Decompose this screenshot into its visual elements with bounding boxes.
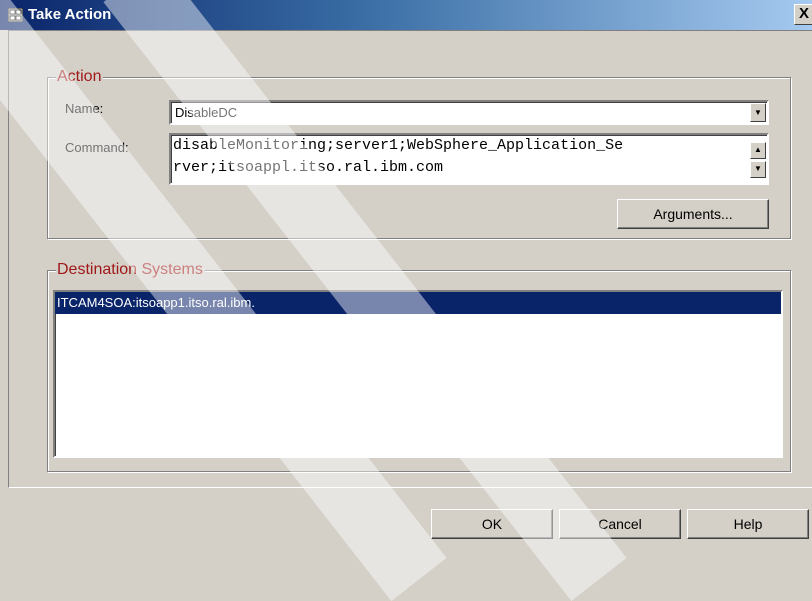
destination-legend: Destination Systems bbox=[56, 261, 205, 279]
arguments-label: Arguments... bbox=[653, 206, 733, 222]
command-line-2: rver;itsoappl.itso.ral.ibm.com bbox=[173, 159, 444, 176]
name-combobox[interactable]: DisableDC ▼ bbox=[169, 100, 769, 125]
scroll-down-icon[interactable]: ▼ bbox=[750, 161, 766, 178]
action-legend: Action bbox=[56, 68, 104, 86]
window-title: Take Action bbox=[28, 6, 112, 23]
title-bar: Take Action X bbox=[0, 0, 812, 30]
cancel-label: Cancel bbox=[598, 516, 642, 532]
destination-list[interactable]: ITCAM4SOA:itsoapp1.itso.ral.ibm. bbox=[53, 290, 783, 458]
arguments-button[interactable]: Arguments... bbox=[617, 199, 769, 229]
ok-label: OK bbox=[481, 516, 503, 532]
command-label: Command: bbox=[65, 140, 129, 155]
name-label: Name: bbox=[65, 101, 104, 116]
list-item[interactable]: ITCAM4SOA:itsoapp1.itso.ral.ibm. bbox=[55, 292, 781, 314]
command-line-1: disableMonitoring;server1;WebSphere_Appl… bbox=[173, 137, 624, 154]
close-icon[interactable]: X bbox=[794, 4, 812, 25]
dropdown-arrow-icon[interactable]: ▼ bbox=[750, 103, 766, 122]
help-button[interactable]: Help bbox=[687, 509, 809, 539]
command-textarea[interactable]: disableMonitoring;server1;WebSphere_Appl… bbox=[169, 133, 769, 185]
scroll-up-icon[interactable]: ▲ bbox=[750, 142, 766, 159]
ok-button[interactable]: OK bbox=[431, 509, 553, 539]
cancel-button[interactable]: Cancel bbox=[559, 509, 681, 539]
window-icon bbox=[8, 8, 23, 22]
name-value: DisableDC bbox=[175, 105, 238, 120]
help-label: Help bbox=[733, 516, 763, 532]
